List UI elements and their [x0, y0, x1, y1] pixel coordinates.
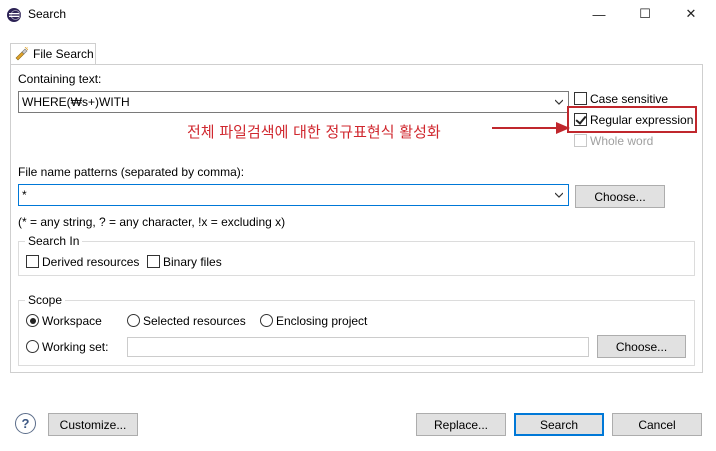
selected-resources-radio[interactable]: [127, 314, 140, 327]
help-icon[interactable]: ?: [15, 413, 36, 434]
derived-resources-label: Derived resources: [42, 255, 140, 269]
file-name-patterns-value: *: [22, 188, 27, 202]
containing-text-combo[interactable]: WHERE(₩s+)WITH: [18, 91, 569, 113]
minimize-button[interactable]: —: [587, 4, 611, 24]
case-sensitive-checkbox[interactable]: [574, 92, 587, 105]
file-name-patterns-combo[interactable]: *: [18, 184, 569, 206]
replace-button[interactable]: Replace...: [416, 413, 506, 436]
maximize-button[interactable]: ☐: [633, 4, 657, 24]
window-title: Search: [28, 7, 67, 21]
workspace-radio[interactable]: [26, 314, 39, 327]
enclosing-project-label: Enclosing project: [276, 314, 368, 328]
whole-word-checkbox: [574, 134, 587, 147]
patterns-hint: (* = any string, ? = any character, !x =…: [18, 215, 286, 229]
whole-word-label: Whole word: [590, 134, 654, 148]
case-sensitive-label: Case sensitive: [590, 92, 669, 106]
derived-resources-checkbox[interactable]: [26, 255, 39, 268]
binary-files-checkbox[interactable]: [147, 255, 160, 268]
eclipse-icon: [7, 8, 21, 22]
annotation-arrow-icon: [492, 122, 570, 134]
chevron-down-icon[interactable]: [555, 191, 563, 199]
annotation-highlight-box: [567, 106, 697, 133]
cancel-button[interactable]: Cancel: [612, 413, 702, 436]
search-button[interactable]: Search: [514, 413, 604, 436]
scope-title: Scope: [25, 293, 66, 307]
working-set-label: Working set:: [42, 340, 109, 354]
working-set-radio[interactable]: [26, 340, 39, 353]
choose-working-set-button[interactable]: Choose...: [597, 335, 686, 358]
choose-patterns-button[interactable]: Choose...: [575, 185, 665, 208]
close-button[interactable]: ✕: [679, 4, 703, 24]
tab-label: File Search: [33, 47, 94, 61]
containing-text-label: Containing text:: [18, 72, 102, 86]
flashlight-icon: [15, 47, 28, 61]
search-in-title: Search In: [25, 234, 83, 248]
containing-text-value: WHERE(₩s+)WITH: [22, 95, 130, 109]
file-name-patterns-label: File name patterns (separated by comma):: [18, 165, 245, 179]
tab-file-search[interactable]: File Search: [10, 43, 96, 65]
chevron-down-icon[interactable]: [555, 98, 563, 106]
selected-resources-label: Selected resources: [143, 314, 246, 328]
working-set-input: [127, 337, 589, 357]
binary-files-label: Binary files: [163, 255, 222, 269]
title-bar: Search — ☐ ✕: [0, 0, 716, 30]
annotation-text: 전체 파일검색에 대한 정규표현식 활성화: [187, 123, 441, 141]
enclosing-project-radio[interactable]: [260, 314, 273, 327]
workspace-label: Workspace: [42, 314, 102, 328]
customize-button[interactable]: Customize...: [48, 413, 138, 436]
